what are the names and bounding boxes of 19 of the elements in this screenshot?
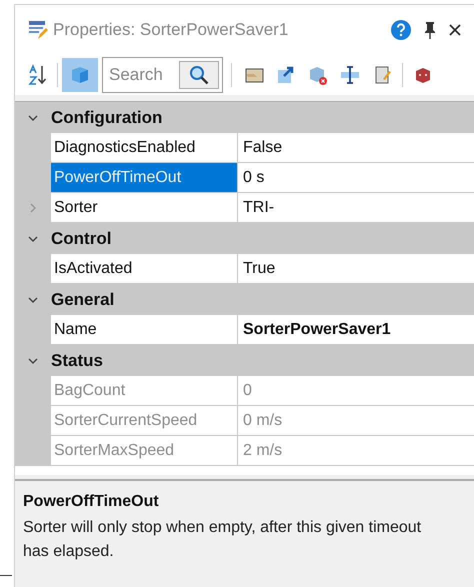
window-title: Properties: SorterPowerSaver1 (53, 19, 290, 42)
property-name[interactable]: DiagnosticsEnabled (51, 133, 237, 162)
category-header[interactable]: Configuration (51, 104, 162, 130)
property-value[interactable]: True (238, 254, 474, 283)
property-name[interactable]: Name (51, 315, 237, 344)
property-name[interactable]: Sorter (51, 193, 237, 222)
property-name[interactable]: IsActivated (51, 254, 237, 283)
property-name[interactable]: PowerOffTimeOut (51, 163, 237, 192)
category-header[interactable]: Control (51, 226, 112, 252)
category-header[interactable]: General (51, 286, 114, 312)
property-value[interactable]: 0 s (238, 163, 474, 192)
search-field[interactable]: Search (109, 62, 175, 88)
category-header[interactable]: Status (51, 348, 103, 374)
search-box[interactable]: Search (102, 57, 223, 93)
description-text: Sorter will only stop when empty, after this given timeout has elapsed. (23, 518, 422, 562)
description-title: PowerOffTimeOut (23, 492, 160, 512)
property-value[interactable]: SorterPowerSaver1 (238, 315, 474, 344)
property-value[interactable]: False (238, 133, 474, 162)
property-value[interactable]: TRI- (238, 193, 474, 222)
